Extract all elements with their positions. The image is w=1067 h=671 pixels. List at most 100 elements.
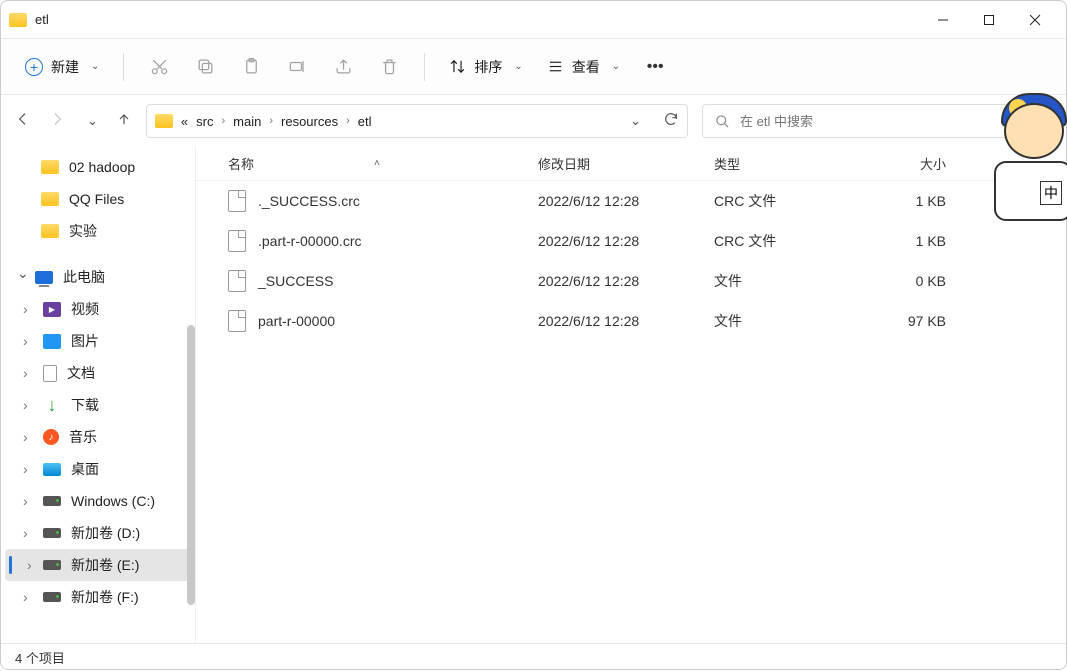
file-row[interactable]: .part-r-00000.crc2022/6/12 12:28CRC 文件1 … <box>196 221 1066 261</box>
delete-button[interactable] <box>368 49 410 85</box>
breadcrumb-item[interactable]: src› <box>196 114 225 129</box>
sidebar-this-pc[interactable]: 此电脑 <box>1 261 195 293</box>
sidebar-label: QQ Files <box>69 191 124 207</box>
breadcrumb[interactable]: « src› main› resources› etl ⌄ <box>146 104 688 138</box>
close-button[interactable] <box>1012 4 1058 36</box>
window-title: etl <box>35 12 920 27</box>
rename-button[interactable] <box>276 49 318 85</box>
sidebar-item-music[interactable]: ♪ 音乐 <box>1 421 195 453</box>
back-button[interactable] <box>15 111 31 132</box>
search-input[interactable] <box>740 114 1039 129</box>
sidebar-label: 新加卷 (D:) <box>71 523 140 543</box>
sidebar-label: 02 hadoop <box>69 159 135 175</box>
view-button[interactable]: 查看 ⌄ <box>537 51 630 83</box>
file-row[interactable]: _SUCCESS2022/6/12 12:28文件0 KB <box>196 261 1066 301</box>
search-box[interactable] <box>702 104 1052 138</box>
history-dropdown[interactable]: ⌄ <box>87 113 98 129</box>
sidebar-quick-item[interactable]: 02 hadoop <box>1 151 195 183</box>
sidebar-quick-item[interactable]: 实验 <box>1 215 195 247</box>
separator <box>424 53 425 81</box>
toolbar: + 新建 ⌄ 排序 ⌄ 查看 ⌄ ••• <box>1 39 1066 95</box>
file-date: 2022/6/12 12:28 <box>538 273 714 289</box>
file-icon <box>228 310 246 332</box>
file-size: 1 KB <box>868 193 958 209</box>
file-type: CRC 文件 <box>714 191 868 211</box>
sidebar-item-videos[interactable]: 视频 <box>1 293 195 325</box>
sidebar: 02 hadoop QQ Files 实验 此电脑 视频 图片 文档 ↓ 下载 ♪… <box>1 147 195 643</box>
sidebar-label: 文档 <box>67 363 95 383</box>
file-icon <box>228 190 246 212</box>
up-button[interactable] <box>116 111 132 132</box>
breadcrumb-prefix: « <box>181 114 188 129</box>
scrollbar-thumb[interactable] <box>187 325 195 605</box>
sidebar-item-drive-e[interactable]: 新加卷 (E:) <box>5 549 191 581</box>
sidebar-item-drive-f[interactable]: 新加卷 (F:) <box>1 581 195 613</box>
breadcrumb-item[interactable]: resources› <box>281 114 350 129</box>
nav-row: ⌄ « src› main› resources› etl ⌄ <box>1 95 1066 147</box>
file-date: 2022/6/12 12:28 <box>538 193 714 209</box>
sidebar-item-documents[interactable]: 文档 <box>1 357 195 389</box>
music-icon: ♪ <box>43 429 59 445</box>
drive-icon <box>43 560 61 570</box>
file-date: 2022/6/12 12:28 <box>538 313 714 329</box>
maximize-button[interactable] <box>966 4 1012 36</box>
file-size: 0 KB <box>868 273 958 289</box>
more-button[interactable]: ••• <box>634 49 676 85</box>
search-icon <box>715 114 730 129</box>
window-controls <box>920 4 1058 36</box>
sidebar-item-drive-c[interactable]: Windows (C:) <box>1 485 195 517</box>
document-icon <box>43 365 57 382</box>
column-date[interactable]: 修改日期 <box>538 154 714 173</box>
nav-arrows: ⌄ <box>15 111 132 132</box>
column-size[interactable]: 大小 <box>868 154 958 173</box>
file-list: 名称˄ 修改日期 类型 大小 ._SUCCESS.crc2022/6/12 12… <box>195 147 1066 643</box>
sidebar-item-desktop[interactable]: 桌面 <box>1 453 195 485</box>
column-headers: 名称˄ 修改日期 类型 大小 <box>196 147 1066 181</box>
file-icon <box>228 270 246 292</box>
sidebar-label: 实验 <box>69 221 97 241</box>
copy-button[interactable] <box>184 49 226 85</box>
sidebar-item-downloads[interactable]: ↓ 下载 <box>1 389 195 421</box>
breadcrumb-item[interactable]: main› <box>233 114 273 129</box>
share-button[interactable] <box>322 49 364 85</box>
sort-label: 排序 <box>474 57 502 77</box>
sidebar-label: Windows (C:) <box>71 493 155 509</box>
sidebar-item-pictures[interactable]: 图片 <box>1 325 195 357</box>
file-name: _SUCCESS <box>258 273 333 289</box>
breadcrumb-dropdown[interactable]: ⌄ <box>630 113 641 129</box>
item-count: 4 个项目 <box>15 648 65 667</box>
drive-icon <box>43 592 61 602</box>
separator <box>123 53 124 81</box>
minimize-button[interactable] <box>920 4 966 36</box>
refresh-button[interactable] <box>663 111 679 132</box>
download-icon: ↓ <box>43 396 61 414</box>
file-row[interactable]: ._SUCCESS.crc2022/6/12 12:28CRC 文件1 KB <box>196 181 1066 221</box>
sidebar-quick-item[interactable]: QQ Files <box>1 183 195 215</box>
file-icon <box>228 230 246 252</box>
breadcrumb-item[interactable]: etl <box>358 114 372 129</box>
sidebar-label: 此电脑 <box>63 267 105 287</box>
file-row[interactable]: part-r-000002022/6/12 12:28文件97 KB <box>196 301 1066 341</box>
sidebar-label: 音乐 <box>69 427 97 447</box>
cut-button[interactable] <box>138 49 180 85</box>
window-folder-icon <box>9 13 27 27</box>
view-icon <box>547 58 564 75</box>
folder-icon <box>41 192 59 206</box>
new-button[interactable]: + 新建 ⌄ <box>15 51 109 83</box>
sidebar-item-drive-d[interactable]: 新加卷 (D:) <box>1 517 195 549</box>
paste-button[interactable] <box>230 49 272 85</box>
sort-indicator-icon: ˄ <box>374 158 380 169</box>
sort-button[interactable]: 排序 ⌄ <box>439 51 532 83</box>
sidebar-label: 下载 <box>71 395 99 415</box>
forward-button[interactable] <box>49 111 65 132</box>
column-type[interactable]: 类型 <box>714 154 868 173</box>
sidebar-label: 图片 <box>71 331 99 351</box>
drive-icon <box>43 528 61 538</box>
file-size: 97 KB <box>868 313 958 329</box>
column-name[interactable]: 名称˄ <box>228 154 538 173</box>
pc-icon <box>35 271 53 284</box>
view-label: 查看 <box>572 57 600 77</box>
sidebar-label: 新加卷 (E:) <box>71 555 139 575</box>
drive-icon <box>43 496 61 506</box>
file-date: 2022/6/12 12:28 <box>538 233 714 249</box>
